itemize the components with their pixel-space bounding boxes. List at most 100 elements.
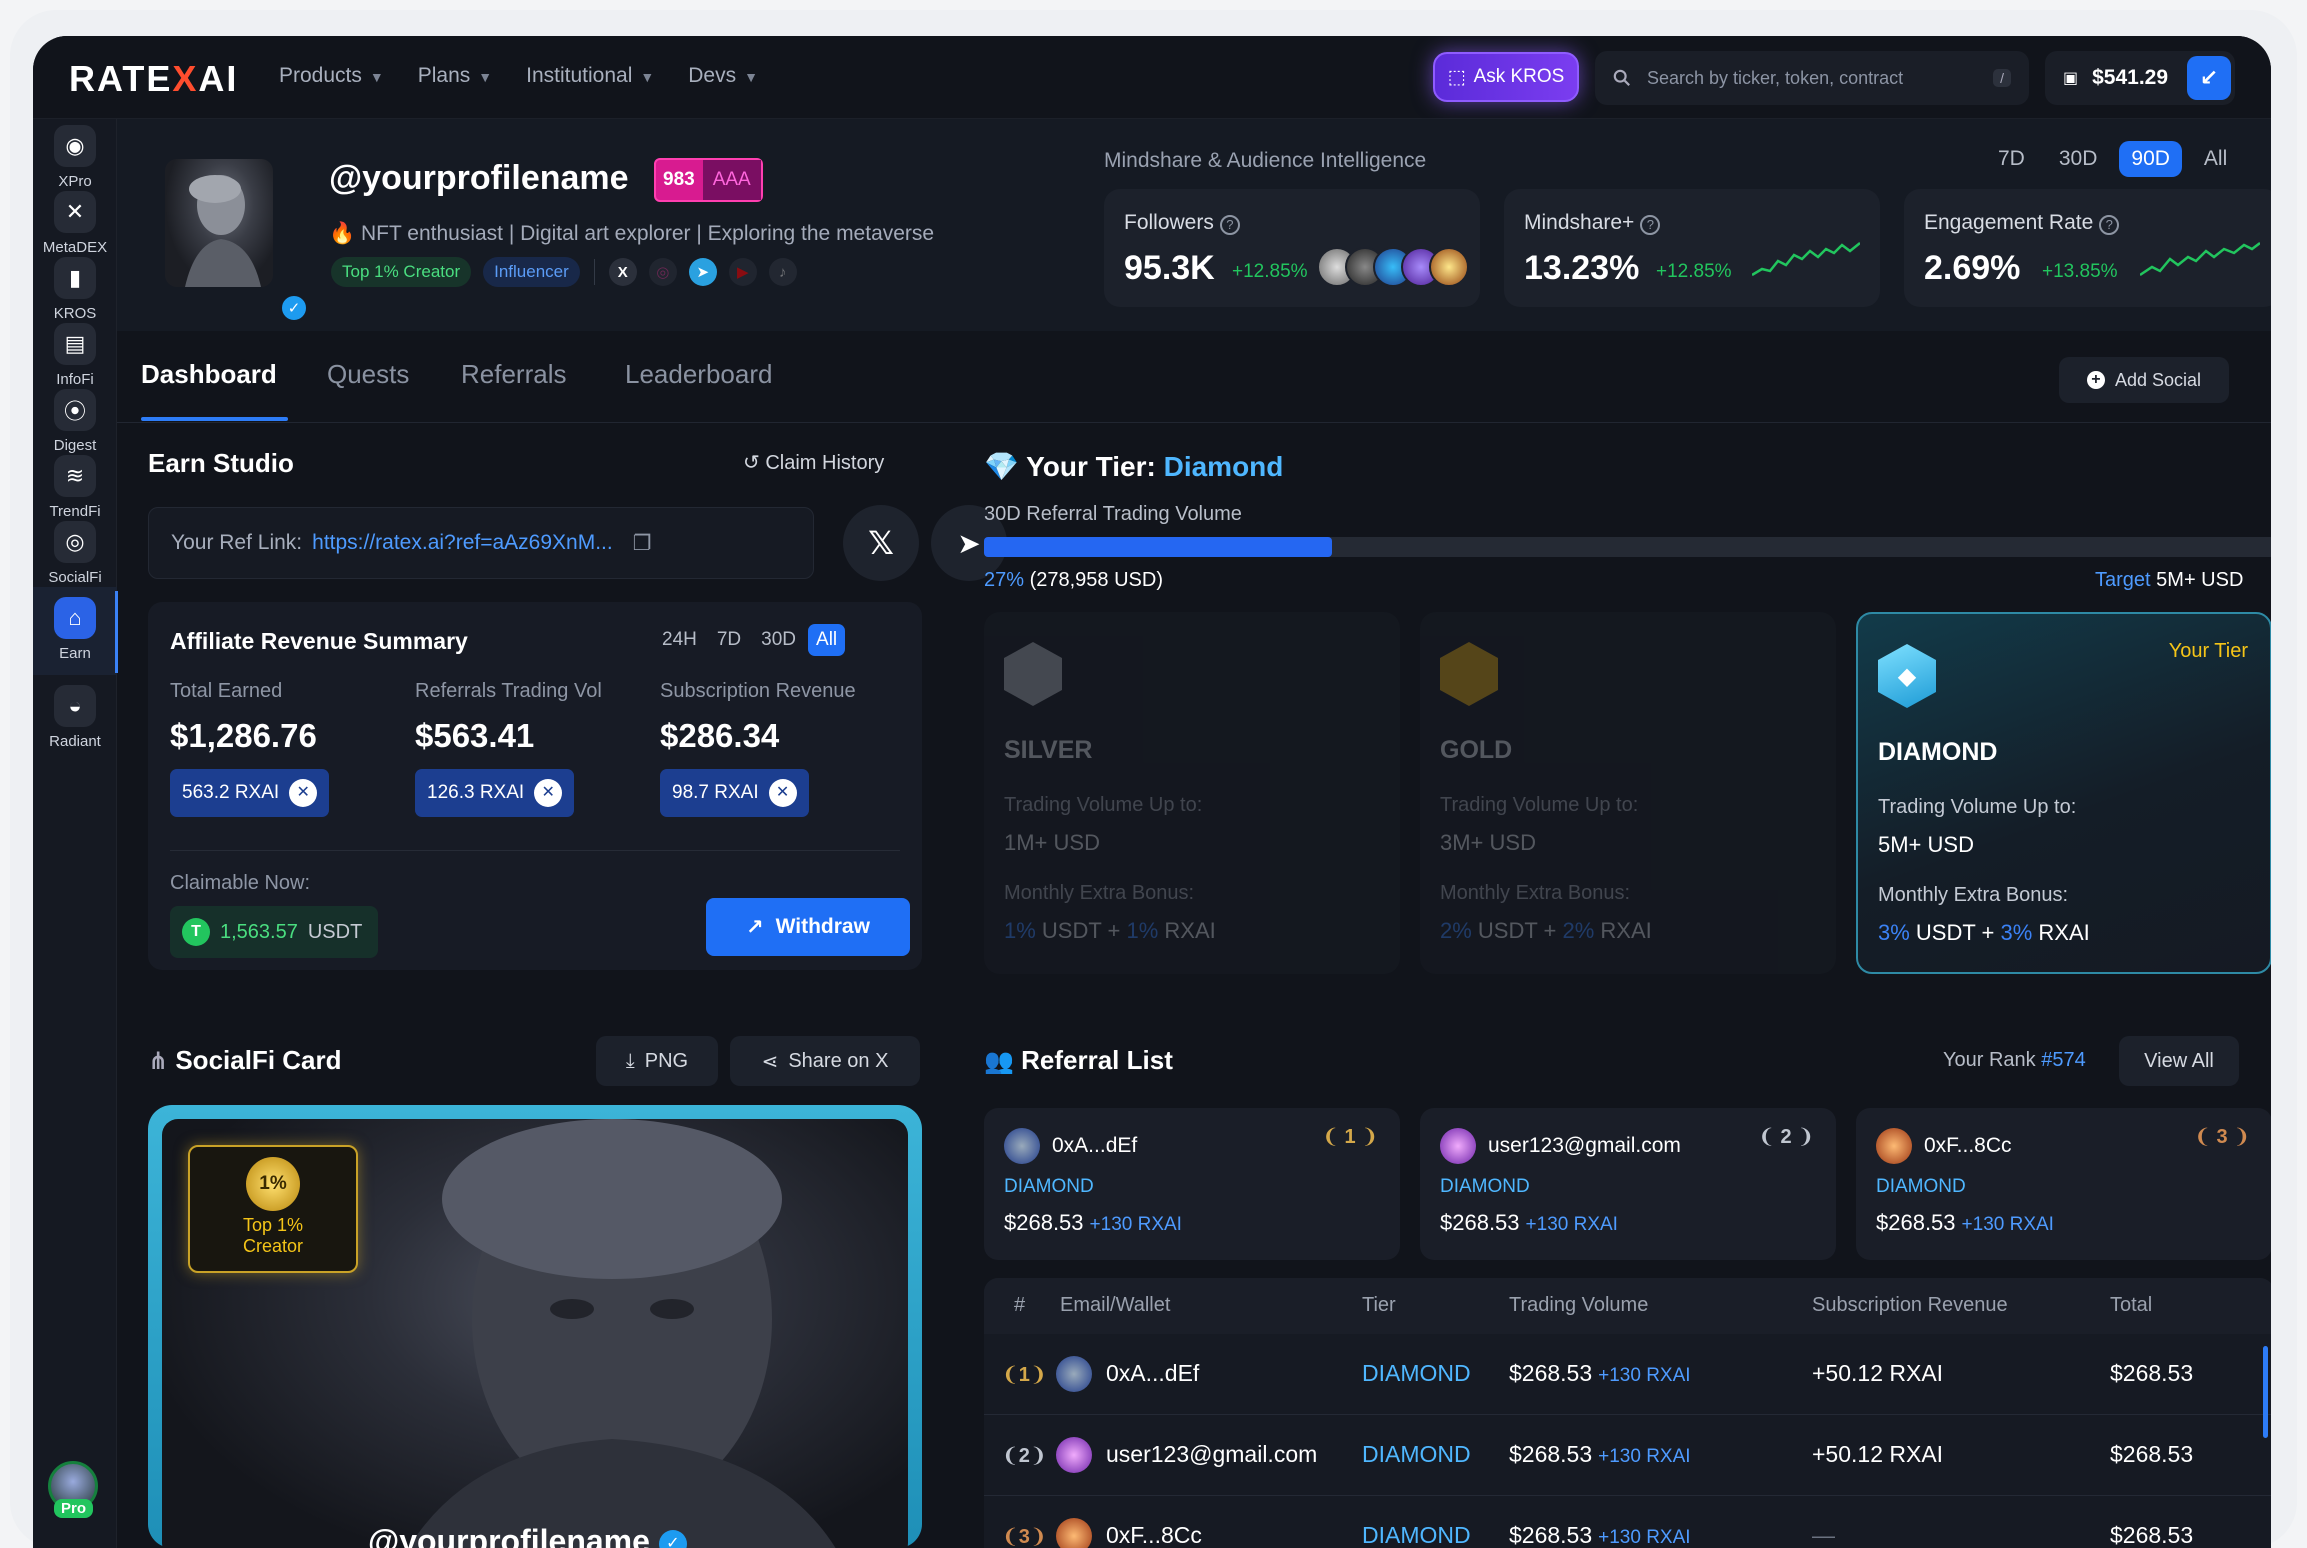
table-row[interactable]: ❨2❩ user123@gmail.com DIAMOND $268.53 +13… [984, 1415, 2271, 1496]
wallet-button[interactable]: ▣ $541.29 ↙ [2045, 51, 2235, 105]
pro-avatar[interactable]: Pro [48, 1461, 102, 1521]
search-bar[interactable]: Search by ticker, token, contract / [1595, 51, 2029, 105]
volume-progress-bar [984, 537, 2271, 557]
row-name: user123@gmail.com [1106, 1441, 1318, 1467]
tier-card-vol: 1M+ USD [1004, 830, 1100, 855]
instagram-icon[interactable]: ◎ [648, 258, 677, 286]
tab-referrals[interactable]: Referrals [461, 359, 566, 390]
rxai-token-icon: ✕ [768, 779, 797, 807]
ask-kros-button[interactable]: ⬚ Ask KROS [1433, 52, 1579, 102]
row-total: $268.53 [2110, 1360, 2194, 1386]
usdt-icon: T [182, 918, 210, 946]
x-icon: ✕ [54, 191, 96, 233]
socialfi-title: ⋔ SocialFi Card [148, 1045, 342, 1076]
range-all[interactable]: All [808, 624, 846, 656]
top-referral-card-1[interactable]: 0xA...dEf ❨ 1 ❩ DIAMOND $268.53 +130 RXAI [984, 1108, 1400, 1260]
top-referral-card-3[interactable]: 0xF...8Cc ❨ 3 ❩ DIAMOND $268.53 +130 RXAI [1856, 1108, 2271, 1260]
profile-avatar [165, 159, 273, 287]
telegram-icon[interactable]: ➤ [688, 258, 717, 286]
kros-icon: ▮ [54, 257, 96, 299]
logo[interactable]: RATEXAI [69, 58, 238, 100]
rxai-pill: 563.2 RXAI ✕ [170, 769, 330, 817]
row-subscription: — [1812, 1522, 1835, 1548]
col-rank: # [1014, 1294, 1026, 1316]
tab-leaderboard[interactable]: Leaderboard [625, 359, 772, 390]
verified-icon: ✓ [279, 293, 309, 323]
referral-amount: $268.53 +130 RXAI [1004, 1210, 1182, 1235]
profile-bio: 🔥 NFT enthusiast | Digital art explorer … [329, 222, 934, 246]
range-30d[interactable]: 30D [753, 624, 804, 656]
volume-progress-fill [984, 537, 1333, 557]
tiktok-icon[interactable]: ♪ [768, 258, 797, 286]
row-total: $268.53 [2110, 1522, 2194, 1548]
table-scrollbar[interactable] [2263, 1346, 2268, 1438]
range-7d[interactable]: 7D [709, 624, 749, 656]
compass-icon: ◉ [54, 125, 96, 167]
deposit-arrow-icon[interactable]: ↙ [2187, 56, 2231, 100]
nav-institutional[interactable]: Institutional ▼ [526, 64, 654, 88]
table-header: # Email/Wallet Tier Trading Volume Subsc… [984, 1278, 2271, 1334]
nav-plans[interactable]: Plans ▼ [418, 64, 492, 88]
withdraw-button[interactable]: ↗ Withdraw [706, 898, 910, 956]
wallet-icon: ▣ [2063, 70, 2079, 87]
range-7d[interactable]: 7D [1986, 141, 2037, 177]
mindshare-range: 7D 30D 90D All [1986, 141, 2239, 177]
range-all[interactable]: All [2192, 141, 2239, 177]
tab-dashboard[interactable]: Dashboard [141, 359, 277, 390]
top-referral-card-2[interactable]: user123@gmail.com ❨ 2 ❩ DIAMOND $268.53 +… [1420, 1108, 1836, 1260]
claim-history-link[interactable]: ↺ Claim History [743, 450, 884, 475]
download-png-button[interactable]: ⤓ PNG [596, 1036, 718, 1086]
range-30d[interactable]: 30D [2047, 141, 2110, 177]
chevron-down-icon: ▼ [369, 69, 384, 85]
claimable-amount: T 1,563.57 USDT [170, 906, 379, 958]
metric-delta: +13.85% [2042, 261, 2118, 282]
table-row[interactable]: ❨3❩ 0xF...8Cc DIAMOND $268.53 +130 RXAI —… [984, 1496, 2271, 1548]
history-icon: ↺ [743, 452, 760, 474]
view-all-button[interactable]: View All [2119, 1036, 2239, 1086]
help-icon[interactable]: ? [1640, 215, 1661, 235]
tier-card-bonus-label: Monthly Extra Bonus: [1440, 882, 1631, 904]
avatar [1056, 1518, 1092, 1548]
sidebar-item-radiant[interactable]: ◒ Radiant [33, 685, 117, 765]
target-icon: ◎ [54, 521, 96, 563]
gold-tier-icon [1440, 642, 1498, 706]
referral-tier: DIAMOND [1440, 1176, 1530, 1197]
share-x-button[interactable]: 𝕏 [843, 505, 919, 581]
share-on-x-button[interactable]: ⋖ Share on X [730, 1036, 920, 1086]
youtube-icon[interactable]: ▶ [728, 258, 757, 286]
add-social-button[interactable]: + Add Social [2059, 357, 2229, 403]
help-icon[interactable]: ? [2099, 215, 2120, 235]
ref-link-field[interactable]: Your Ref Link: https://ratex.ai?ref=aAz6… [148, 507, 814, 579]
newspaper-icon: ▤ [54, 323, 96, 365]
tier-label: Your Tier: [1026, 451, 1156, 482]
copy-icon[interactable]: ❐ [633, 531, 652, 556]
row-rank: ❨2❩ [1002, 1445, 1047, 1467]
volume-progress-text: 27% (278,958 USD) [984, 569, 1163, 592]
help-icon[interactable]: ? [1219, 215, 1240, 235]
tier-card-bonus: 2% USDT + 2% RXAI [1440, 918, 1652, 943]
nav-devs[interactable]: Devs ▼ [688, 64, 758, 88]
ref-link-url[interactable]: https://ratex.ai?ref=aAz69XnM... [312, 531, 613, 555]
plus-circle-icon: + [2086, 371, 2105, 389]
rxai-amount: 98.7 RXAI [672, 782, 759, 803]
table-row[interactable]: ❨1❩ 0xA...dEf DIAMOND $268.53 +130 RXAI +… [984, 1334, 2271, 1415]
referral-amount: $268.53 +130 RXAI [1876, 1210, 2054, 1235]
claimable-unit: USDT [307, 920, 363, 943]
statue-portrait [408, 1119, 836, 1548]
rxai-amount: 126.3 RXAI [427, 782, 525, 803]
range-24h[interactable]: 24H [654, 624, 705, 656]
x-social-icon[interactable]: X [608, 258, 637, 286]
sidebar-item-label: MetaDEX [42, 239, 108, 256]
row-rank: ❨1❩ [1002, 1364, 1047, 1386]
referrals-trading-vol: Referrals Trading Vol $563.41 126.3 RXAI… [415, 680, 602, 817]
telegram-icon: ➤ [957, 527, 981, 559]
range-90d[interactable]: 90D [2119, 141, 2182, 177]
search-input[interactable]: Search by ticker, token, contract [1647, 68, 1903, 89]
sidebar-item-earn[interactable]: ⌂ Earn [33, 587, 118, 675]
score-badge: 983 AAA [654, 158, 763, 202]
tab-quests[interactable]: Quests [327, 359, 409, 390]
search-icon [1613, 69, 1630, 86]
col-tier: Tier [1362, 1294, 1396, 1316]
nav-products[interactable]: Products ▼ [279, 64, 384, 88]
row-rank: ❨3❩ [1002, 1526, 1047, 1548]
